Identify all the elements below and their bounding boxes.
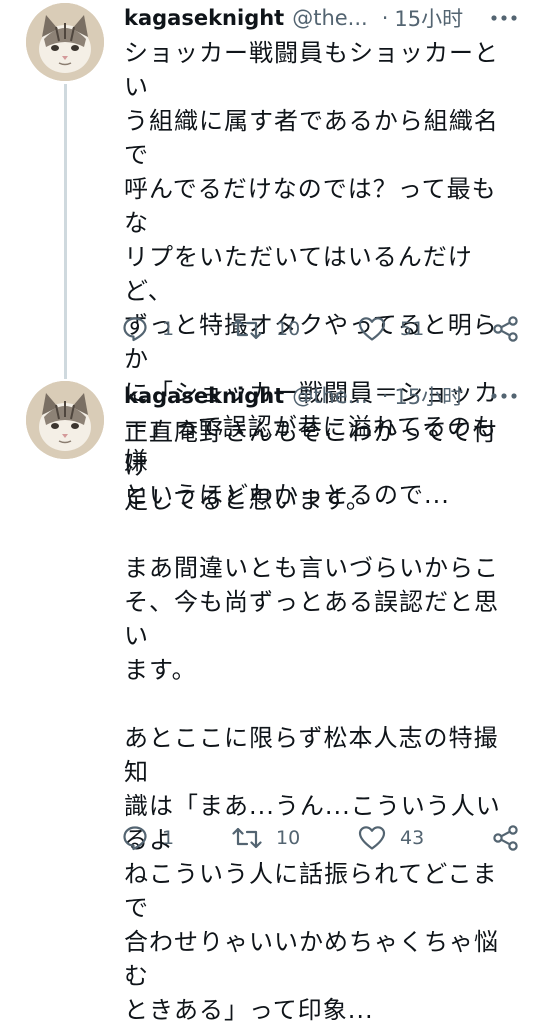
retweet-count: 10 <box>276 827 301 849</box>
paragraph-break <box>124 517 520 551</box>
tweet-text-line: 呼んでるだけなのでは？って最もな <box>124 175 497 237</box>
author-name[interactable]: kagaseknight <box>124 6 284 30</box>
share-button[interactable] <box>492 315 520 343</box>
avatar[interactable] <box>26 3 104 81</box>
paragraph-break <box>124 687 520 721</box>
share-button[interactable] <box>492 824 520 852</box>
tweet-text-line: 正直庵野さんもそこわかってて付け <box>124 418 498 480</box>
tweet-timestamp[interactable]: 15小时 <box>394 381 463 411</box>
author-handle[interactable]: @the... <box>292 384 368 408</box>
reply-count: 1 <box>162 318 175 340</box>
like-count: 43 <box>400 827 425 849</box>
like-count: 51 <box>400 318 425 340</box>
retweet-count: 10 <box>276 318 301 340</box>
author-handle[interactable]: @the... <box>292 6 368 30</box>
more-icon[interactable] <box>490 384 518 413</box>
retweet-icon <box>232 318 262 340</box>
reply-icon <box>123 317 147 342</box>
heart-icon <box>358 826 386 850</box>
tweet-text-line: リプをいただいてはいるんだけど、 <box>124 243 473 305</box>
retweet-icon <box>232 827 262 849</box>
tweet-text-line: そ、今も尚ずっとある誤認だと思い <box>124 588 499 650</box>
tweet-text-line: ます。 <box>124 656 197 684</box>
reply-icon <box>123 826 147 851</box>
cat-avatar-icon <box>26 381 104 459</box>
tweet-text-line: 足してると思います。 <box>124 486 371 514</box>
reply-button[interactable]: 1 <box>122 825 232 851</box>
thread-connector <box>64 84 67 375</box>
share-icon <box>493 825 518 851</box>
tweet-text: 正直庵野さんもそこわかってて付け 足してると思います。 まあ間違いとも言いづらい… <box>124 415 520 1027</box>
tweet-header: kagaseknight @the... · 15小时 <box>124 3 518 33</box>
tweet[interactable]: kagaseknight @the... · 15小时 正直庵野さんもそこわかっ… <box>0 375 540 1024</box>
tweet[interactable]: kagaseknight @the... · 15小时 ショッカー戦闘員もショッ… <box>0 0 540 509</box>
tweet-text-line: ときある」って印象... <box>124 996 374 1024</box>
tweet-text-line: あとここに限らず松本人志の特撮知 <box>124 724 499 786</box>
retweet-button[interactable]: 10 <box>232 316 358 342</box>
cat-avatar-icon <box>26 3 104 81</box>
like-button[interactable]: 43 <box>358 825 484 851</box>
reply-button[interactable]: 1 <box>122 316 232 342</box>
tweet-text-line: う組織に属す者であるから組織名で <box>124 107 499 169</box>
separator-dot: · <box>381 6 389 30</box>
separator-dot: · <box>381 384 389 408</box>
tweet-header: kagaseknight @the... · 15小时 <box>124 381 518 411</box>
action-bar: 1 10 43 <box>122 820 520 856</box>
author-name[interactable]: kagaseknight <box>124 384 284 408</box>
avatar[interactable] <box>26 381 104 459</box>
tweet-text-line: 合わせりゃいいかめちゃくちゃ悩む <box>124 928 499 990</box>
tweet-text-line: ショッカー戦闘員もショッカーとい <box>124 39 499 101</box>
tweet-text-line: まあ間違いとも言いづらいからこ <box>124 554 499 582</box>
tweet-text-line: ねこういう人に話振られてどこまで <box>124 860 498 922</box>
retweet-button[interactable]: 10 <box>232 825 358 851</box>
more-icon[interactable] <box>490 6 518 35</box>
reply-count: 1 <box>162 827 175 849</box>
share-icon <box>493 316 518 342</box>
thread-connector <box>64 375 67 379</box>
action-bar: 1 10 51 <box>122 311 520 347</box>
heart-icon <box>358 317 386 341</box>
tweet-timestamp[interactable]: 15小时 <box>394 3 463 33</box>
like-button[interactable]: 51 <box>358 316 484 342</box>
